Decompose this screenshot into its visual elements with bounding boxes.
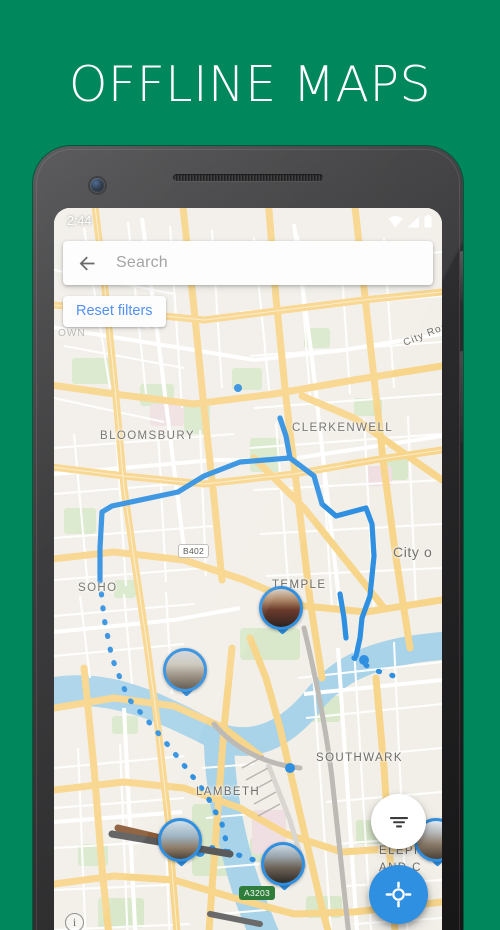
back-arrow-icon[interactable]	[77, 253, 98, 274]
front-camera-icon	[90, 178, 105, 193]
poi-photo	[264, 845, 302, 883]
poi-marker-3[interactable]	[158, 818, 202, 862]
phone-top-bezel	[33, 146, 463, 208]
power-button[interactable]	[460, 251, 463, 303]
signal-icon	[407, 216, 419, 227]
poi-photo	[262, 589, 300, 627]
phone-mockup: OWN BLOOMSBURY CLERKENWELL SOHO TEMPLE SOUTHW…	[33, 146, 463, 930]
earpiece-speaker	[173, 174, 323, 181]
road-shield: B402	[178, 544, 210, 558]
my-location-fab-button[interactable]	[369, 865, 428, 924]
status-time: 2:44	[67, 214, 92, 228]
poi-marker-2[interactable]	[163, 648, 207, 692]
poi-photo	[161, 821, 199, 859]
filter-icon	[389, 816, 408, 827]
poi-marker-4[interactable]	[261, 842, 305, 886]
volume-rocker[interactable]	[460, 351, 463, 443]
phone-screen: OWN BLOOMSBURY CLERKENWELL SOHO TEMPLE SOUTHW…	[54, 208, 442, 930]
status-bar: 2:44	[54, 208, 442, 234]
reset-filters-button[interactable]: Reset filters	[63, 296, 166, 327]
poi-photo	[166, 651, 204, 689]
page-title: OFFLINE MAPS	[68, 56, 432, 113]
battery-icon	[424, 214, 432, 227]
filter-fab-button[interactable]	[371, 794, 426, 849]
wifi-icon	[388, 215, 403, 227]
search-input[interactable]: Search	[116, 254, 168, 272]
search-bar[interactable]: Search	[63, 241, 433, 285]
my-location-icon	[385, 881, 412, 908]
road-shield: A3203	[239, 886, 276, 900]
map-info-icon[interactable]: i	[65, 913, 84, 930]
status-icon-group	[388, 214, 432, 228]
poi-marker-1[interactable]	[259, 586, 303, 630]
